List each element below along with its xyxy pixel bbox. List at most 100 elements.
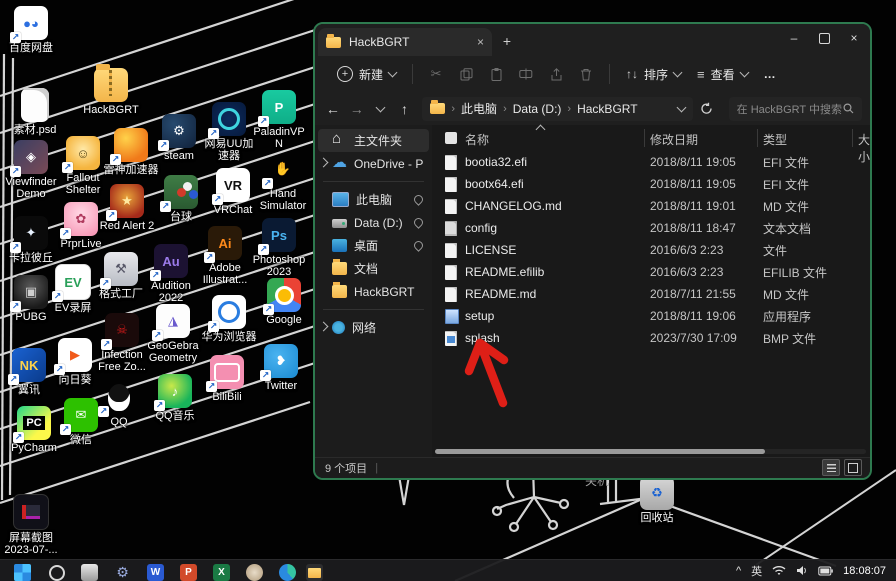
desktop-icon-infection-free-zone[interactable]: ☠↗Infection Free Zo... — [93, 313, 151, 373]
file-row[interactable]: splash2023/7/30 17:09BMP 文件 — [432, 327, 870, 349]
explorer-tab[interactable]: HackBGRT × — [318, 28, 492, 56]
desktop-icon-paladin-vpn[interactable]: P↗PaladinVPN — [250, 90, 308, 150]
desktop-icon-geogebra[interactable]: ◮↗GeoGebra Geometry — [144, 304, 202, 364]
desktop-icon-huawei-browser[interactable]: ↗华为浏览器 — [200, 295, 258, 343]
sidebar-item-network[interactable]: 网络 — [318, 316, 429, 339]
recent-locations-button[interactable] — [371, 98, 391, 120]
sidebar-item-home[interactable]: 主文件夹 — [318, 129, 429, 152]
desktop-icon-audition[interactable]: Au↗Audition 2022 — [142, 244, 200, 304]
sidebar-item-this-pc[interactable]: 此电脑 — [318, 188, 429, 211]
desktop-icon-qq-music[interactable]: ♪↗QQ音乐 — [146, 374, 204, 422]
file-row[interactable]: bootx64.efi2018/8/11 19:05EFI 文件 — [432, 173, 870, 195]
illustrator-icon: Ai↗ — [208, 226, 242, 260]
desktop-icon-red-alert-2[interactable]: ★↗Red Alert 2 — [98, 184, 156, 232]
column-headers: 名称 修改日期 类型 大小 — [432, 127, 870, 149]
back-button[interactable]: ← — [323, 98, 343, 120]
paladin-shield-icon: P↗ — [262, 90, 296, 124]
copy-icon[interactable] — [458, 66, 474, 82]
search-button[interactable] — [48, 564, 65, 581]
excel-button[interactable]: X — [213, 564, 230, 581]
search-input[interactable]: 在 HackBGRT 中搜索 — [729, 97, 862, 121]
details-view-button[interactable] — [822, 459, 840, 476]
pin-icon — [412, 239, 425, 252]
rename-icon[interactable] — [518, 66, 534, 82]
settings-button[interactable]: ⚙ — [114, 564, 131, 581]
refresh-button[interactable] — [697, 98, 717, 120]
file-icon — [445, 243, 457, 258]
new-button[interactable]: + 新建 — [329, 61, 404, 88]
desktop-icon-illustrator[interactable]: Ai↗Adobe Illustrat... — [196, 226, 254, 286]
more-options-button[interactable]: … — [756, 62, 785, 86]
powerpoint-button[interactable]: P — [180, 564, 197, 581]
desktop-icon-baidu-netdisk[interactable]: ●◕↗百度网盘 — [2, 6, 60, 54]
forward-button[interactable]: → — [347, 98, 367, 120]
edge-button[interactable] — [279, 564, 296, 581]
desktop-icon-hand-simulator[interactable]: ✋↗Hand Simulator — [254, 152, 312, 212]
sidebar-item-onedrive[interactable]: OneDrive - Person — [318, 152, 429, 175]
taskbar-clock[interactable]: 18:08:07 — [843, 565, 886, 577]
paste-icon[interactable] — [488, 66, 504, 82]
delete-icon[interactable] — [578, 66, 594, 82]
desktop-icon-twitter[interactable]: ❥↗Twitter — [252, 344, 310, 392]
sidebar-item-documents[interactable]: 文档 — [318, 257, 429, 280]
volume-icon[interactable] — [796, 565, 808, 576]
address-bar[interactable]: › 此电脑 › Data (D:) › HackBGRT — [422, 97, 692, 121]
desktop-icon-viewfinder-demo[interactable]: ◈↗Viewfinder Demo — [2, 140, 60, 200]
tab-title: HackBGRT — [349, 35, 469, 49]
browser-button[interactable] — [246, 564, 263, 581]
desktop-icon-hackbgrt-folder[interactable]: HackBGRT — [82, 68, 140, 116]
close-button[interactable]: × — [840, 24, 868, 54]
address-dropdown-icon[interactable] — [676, 102, 686, 112]
language-indicator[interactable]: 英 — [751, 563, 762, 579]
file-row[interactable]: setup2018/8/11 19:06应用程序 — [432, 305, 870, 327]
shortcut-arrow-icon: ↗ — [208, 128, 219, 139]
sort-button[interactable]: ↑↓ 排序 — [618, 61, 689, 88]
share-icon[interactable] — [548, 66, 564, 82]
file-row[interactable]: README.md2018/7/11 21:55MD 文件 — [432, 283, 870, 305]
desktop-icon-bilibili[interactable]: ↗BiliBili — [198, 355, 256, 403]
horizontal-scrollbar[interactable] — [435, 449, 866, 454]
wifi-icon[interactable] — [772, 565, 786, 576]
up-button[interactable]: ↑ — [395, 98, 415, 120]
sidebar-item-hackbgrt[interactable]: HackBGRT — [318, 280, 429, 303]
tab-close-icon[interactable]: × — [477, 35, 484, 49]
breadcrumb-data-d[interactable]: Data (D:) — [513, 102, 562, 116]
column-type[interactable]: 类型 — [763, 131, 787, 148]
cut-icon[interactable]: ✂ — [428, 66, 444, 82]
large-icons-view-button[interactable] — [844, 459, 862, 476]
file-explorer-button[interactable] — [306, 564, 323, 581]
desktop-icon-google-chrome[interactable]: ↗Google — [255, 278, 313, 326]
start-button[interactable] — [14, 564, 31, 581]
breadcrumb-hackbgrt[interactable]: HackBGRT — [577, 102, 637, 116]
hand-icon: ✋↗ — [266, 152, 300, 186]
sidebar-divider — [323, 309, 424, 310]
word-button[interactable]: W — [147, 564, 164, 581]
file-row[interactable]: README.efilib2016/6/3 2:23EFILIB 文件 — [432, 261, 870, 283]
file-row[interactable]: CHANGELOG.md2018/8/11 19:01MD 文件 — [432, 195, 870, 217]
maximize-button[interactable] — [810, 24, 838, 54]
battery-icon[interactable] — [818, 566, 833, 576]
breadcrumb-this-pc[interactable]: 此电脑 — [461, 100, 497, 117]
minimize-button[interactable]: – — [780, 24, 808, 54]
column-name[interactable]: 名称 — [465, 131, 489, 148]
taskbar-app-button[interactable] — [81, 564, 98, 581]
desktop-screen: 关机 ●◕↗百度网盘 素材.psd HackBGRT ◈↗Viewfinder … — [0, 0, 896, 581]
desktop-icon-photoshop[interactable]: Ps↗Photoshop 2023 — [250, 218, 308, 278]
view-button[interactable]: ≡ 查看 — [689, 61, 756, 88]
select-all-checkbox[interactable] — [445, 132, 457, 144]
desktop-icon-billiards[interactable]: ↗台球 — [152, 175, 210, 223]
tray-chevron-icon[interactable]: ^ — [736, 565, 741, 577]
sidebar-item-data-d[interactable]: Data (D:) — [318, 211, 429, 234]
desktop-icon-qq[interactable]: ↗QQ — [90, 380, 148, 428]
column-date[interactable]: 修改日期 — [650, 131, 698, 148]
huawei-browser-icon: ↗ — [212, 295, 246, 329]
file-row[interactable]: bootia32.efi2018/8/11 19:05EFI 文件 — [432, 151, 870, 173]
scrollbar-thumb[interactable] — [435, 449, 765, 454]
file-row[interactable]: config2018/8/11 18:47文本文档 — [432, 217, 870, 239]
desktop-icon-recycle-bin[interactable]: ♻回收站 — [628, 476, 686, 524]
desktop-icon-screenshot-file[interactable]: 屏幕截图 2023-07-... — [2, 494, 60, 556]
sidebar-item-desktop[interactable]: 桌面 — [318, 234, 429, 257]
desktop-icon-sucai-psd[interactable]: 素材.psd — [6, 88, 64, 136]
file-row[interactable]: LICENSE2016/6/3 2:23文件 — [432, 239, 870, 261]
new-tab-button[interactable]: + — [497, 32, 517, 52]
